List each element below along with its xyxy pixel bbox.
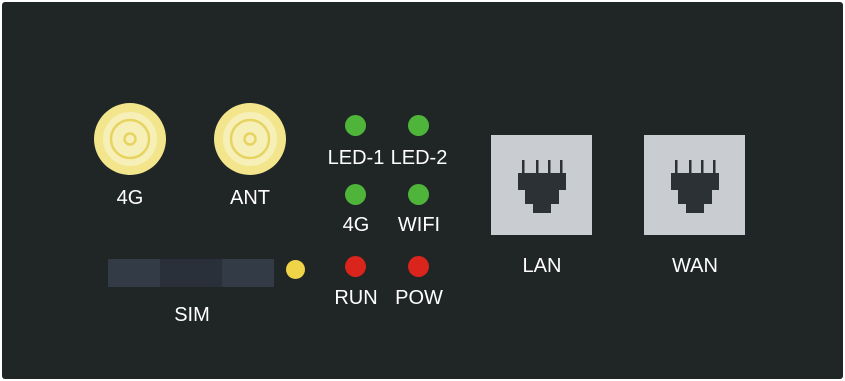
led-run-indicator [345, 256, 366, 277]
led-pow-label: POW [395, 287, 443, 309]
sim-indicator-led [286, 260, 305, 279]
lan-port-label: LAN [522, 255, 562, 277]
led-4g-indicator [345, 184, 366, 205]
led-wifi-label: WIFI [397, 214, 441, 236]
sim-slot-segment [222, 259, 274, 287]
led-1-indicator [345, 115, 366, 136]
led-2-label: LED-2 [390, 147, 448, 169]
sim-slot-segment [108, 259, 160, 287]
device-panel: 4G ANT SIM LED-1 LED-2 4G WIFI RUN POW L… [2, 2, 843, 379]
rj45-jack-icon [671, 160, 719, 213]
antenna-ant-label: ANT [230, 187, 270, 209]
led-pow-indicator [408, 256, 429, 277]
wan-port-label: WAN [672, 255, 718, 277]
sim-slot[interactable] [108, 259, 274, 287]
antenna-4g-label: 4G [116, 187, 144, 209]
sim-label: SIM [174, 304, 210, 326]
wan-port[interactable] [644, 135, 745, 235]
antenna-ant-connector-icon [214, 103, 286, 175]
antenna-4g-connector-icon [94, 103, 166, 175]
led-2-indicator [408, 115, 429, 136]
led-4g-label: 4G [342, 214, 370, 236]
rj45-jack-icon [518, 160, 566, 213]
sim-slot-segment [160, 259, 222, 287]
led-run-label: RUN [334, 287, 378, 309]
lan-port[interactable] [491, 135, 592, 235]
led-1-label: LED-1 [327, 147, 385, 169]
led-wifi-indicator [408, 184, 429, 205]
